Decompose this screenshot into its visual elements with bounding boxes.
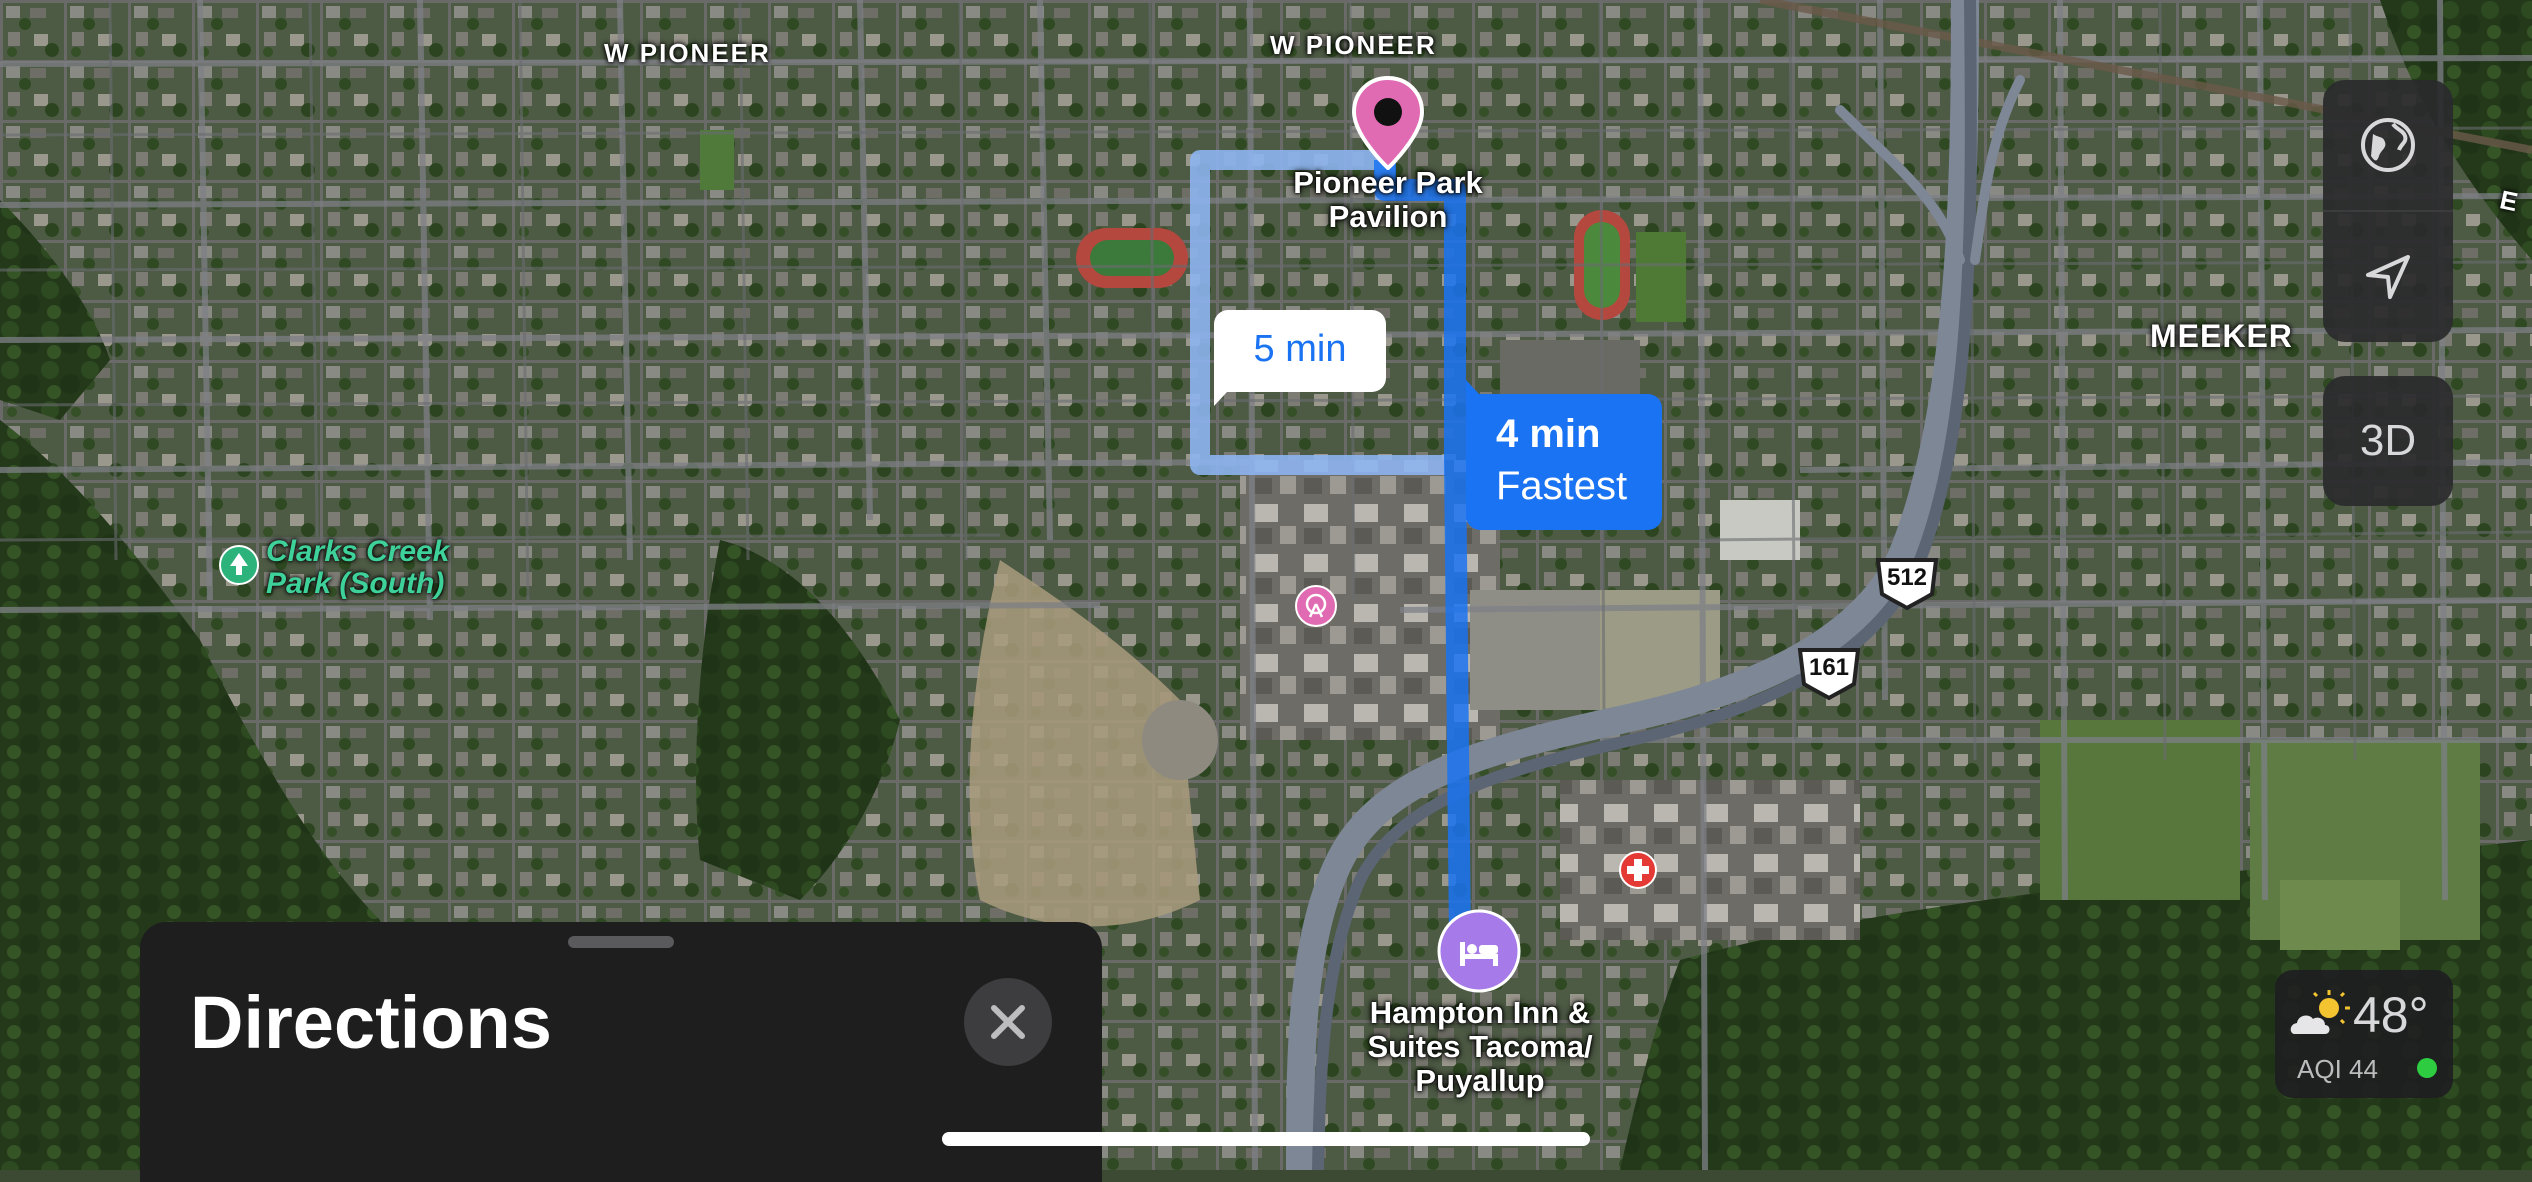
street-label-w-pioneer-west: W PIONEER <box>604 38 771 68</box>
view-3d-label: 3D <box>2359 416 2417 465</box>
location-arrow-icon <box>2366 255 2410 299</box>
park-name-line2: Park (South) <box>266 567 445 600</box>
alternate-route-callout[interactable]: 5 min <box>1214 310 1386 406</box>
highway-shield-512[interactable]: 512 <box>1872 554 1942 610</box>
current-location-button[interactable] <box>2323 212 2453 342</box>
close-icon <box>991 1005 1025 1039</box>
highway-number-161: 161 <box>1808 654 1850 681</box>
primary-route-note: Fastest <box>1496 464 1628 508</box>
globe-icon <box>2361 118 2415 172</box>
primary-route-time: 4 min <box>1496 412 1601 456</box>
amusement-park-marker[interactable] <box>1294 584 1338 633</box>
highway-shield-161[interactable]: 161 <box>1794 644 1864 700</box>
origin-hotel-pin[interactable] <box>1436 908 1522 994</box>
street-label-w-pioneer-east: W PIONEER <box>1270 30 1437 60</box>
primary-route-callout[interactable]: 4 min Fastest <box>1466 380 1662 530</box>
pin-icon <box>1351 75 1425 171</box>
tree-icon <box>219 545 259 585</box>
home-indicator[interactable] <box>942 1132 1590 1146</box>
callout-tail <box>1466 380 1492 408</box>
destination-pin[interactable] <box>1348 74 1428 171</box>
destination-name-line1: Pioneer Park <box>1293 165 1483 200</box>
partly-sunny-icon <box>2290 990 2350 1034</box>
sheet-grabber[interactable] <box>568 936 674 948</box>
origin-name-line2: Suites Tacoma/ <box>1367 1029 1593 1064</box>
weather-temperature: 48° <box>2353 987 2429 1043</box>
park-name-line1: Clarks Creek <box>266 535 450 568</box>
destination-label[interactable]: Pioneer Park Pavilion <box>1268 166 1508 234</box>
view-3d-button[interactable]: 3D <box>2323 376 2453 506</box>
weather-aqi: AQI 44 <box>2297 1054 2378 1084</box>
street-label-meeker: MEEKER <box>2150 318 2293 354</box>
destination-name-line2: Pavilion <box>1328 199 1448 234</box>
aqi-status-dot <box>2417 1058 2437 1078</box>
origin-name-line1: Hampton Inn & <box>1369 995 1591 1030</box>
bed-icon <box>1437 909 1521 993</box>
origin-name-line3: Puyallup <box>1415 1063 1545 1098</box>
origin-label[interactable]: Hampton Inn & Suites Tacoma/ Puyallup <box>1330 996 1630 1098</box>
callout-tail <box>1214 378 1240 406</box>
map-controls-group <box>2323 80 2453 342</box>
weather-widget[interactable]: 48° AQI 44 <box>2275 970 2453 1098</box>
map-type-button[interactable] <box>2323 80 2453 210</box>
hospital-marker[interactable] <box>1618 850 1658 895</box>
close-button[interactable] <box>964 978 1052 1066</box>
directions-title: Directions <box>190 981 552 1064</box>
alternate-route-time: 5 min <box>1253 328 1347 370</box>
highway-number-512: 512 <box>1886 564 1928 591</box>
ferris-wheel-icon <box>1295 585 1337 627</box>
hospital-cross-icon <box>1619 851 1657 889</box>
